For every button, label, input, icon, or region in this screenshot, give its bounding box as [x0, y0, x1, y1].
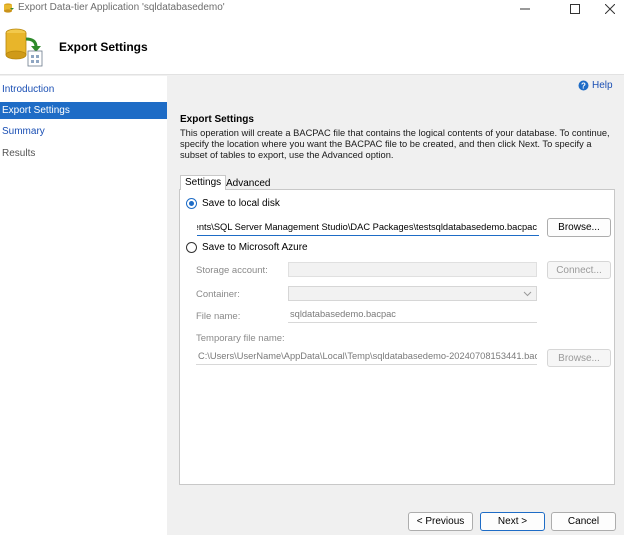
- storage-account-label: Storage account:: [196, 265, 268, 276]
- save-local-disk-label: Save to local disk: [202, 198, 280, 209]
- maximize-button[interactable]: [557, 0, 593, 17]
- svg-text:?: ?: [581, 82, 586, 91]
- save-azure-label: Save to Microsoft Azure: [202, 242, 308, 253]
- wizard-sidebar: Introduction Export Settings Summary Res…: [0, 76, 167, 535]
- wizard-header: Export Settings: [0, 17, 624, 75]
- title-bar: Export Data-tier Application 'sqldatabas…: [0, 0, 624, 17]
- help-icon: ?: [578, 80, 589, 91]
- sidebar-item-results: Results: [2, 148, 36, 159]
- close-icon: [605, 3, 615, 14]
- section-title: Export Settings: [180, 114, 254, 125]
- settings-tab-panel: Save to local disk nents\SQL Server Mana…: [179, 189, 615, 485]
- local-path-input[interactable]: nents\SQL Server Management Studio\DAC P…: [197, 218, 539, 236]
- save-local-disk-option[interactable]: Save to local disk: [186, 198, 280, 209]
- sidebar-item-export-settings[interactable]: Export Settings: [0, 102, 167, 119]
- page-title: Export Settings: [59, 40, 148, 54]
- minimize-icon: [520, 8, 530, 9]
- container-label: Container:: [196, 289, 240, 300]
- help-label: Help: [592, 80, 613, 91]
- minimize-button[interactable]: [507, 0, 543, 17]
- save-azure-option[interactable]: Save to Microsoft Azure: [186, 242, 308, 253]
- wizard-main-panel: ? Help Export Settings This operation wi…: [168, 76, 624, 535]
- next-button[interactable]: Next >: [480, 512, 545, 531]
- local-browse-button[interactable]: Browse...: [547, 218, 611, 237]
- file-name-label: File name:: [196, 311, 241, 322]
- storage-account-input[interactable]: [288, 262, 537, 277]
- tab-settings[interactable]: Settings: [180, 175, 227, 190]
- save-local-disk-radio[interactable]: [186, 198, 197, 209]
- file-name-input[interactable]: sqldatabasedemo.bacpac: [288, 308, 537, 323]
- maximize-icon: [570, 3, 580, 14]
- save-azure-radio[interactable]: [186, 242, 197, 253]
- temp-file-input[interactable]: C:\Users\UserName\AppData\Local\Temp\sql…: [196, 350, 537, 365]
- container-dropdown[interactable]: [288, 286, 537, 301]
- connect-button[interactable]: Connect...: [547, 261, 611, 279]
- previous-button[interactable]: < Previous: [408, 512, 473, 531]
- section-description: This operation will create a BACPAC file…: [180, 128, 610, 160]
- window-title: Export Data-tier Application 'sqldatabas…: [18, 2, 225, 13]
- sidebar-item-introduction[interactable]: Introduction: [0, 81, 167, 98]
- close-button[interactable]: [592, 0, 624, 17]
- help-link[interactable]: ? Help: [578, 80, 613, 91]
- export-dialog-window: Export Data-tier Application 'sqldatabas…: [0, 0, 624, 535]
- database-export-icon: [4, 27, 48, 70]
- sidebar-item-summary[interactable]: Summary: [0, 123, 167, 140]
- temp-file-label: Temporary file name:: [196, 333, 285, 344]
- cancel-button[interactable]: Cancel: [551, 512, 616, 531]
- app-icon: [3, 2, 15, 14]
- chevron-down-icon: [523, 291, 532, 297]
- temp-browse-button[interactable]: Browse...: [547, 349, 611, 367]
